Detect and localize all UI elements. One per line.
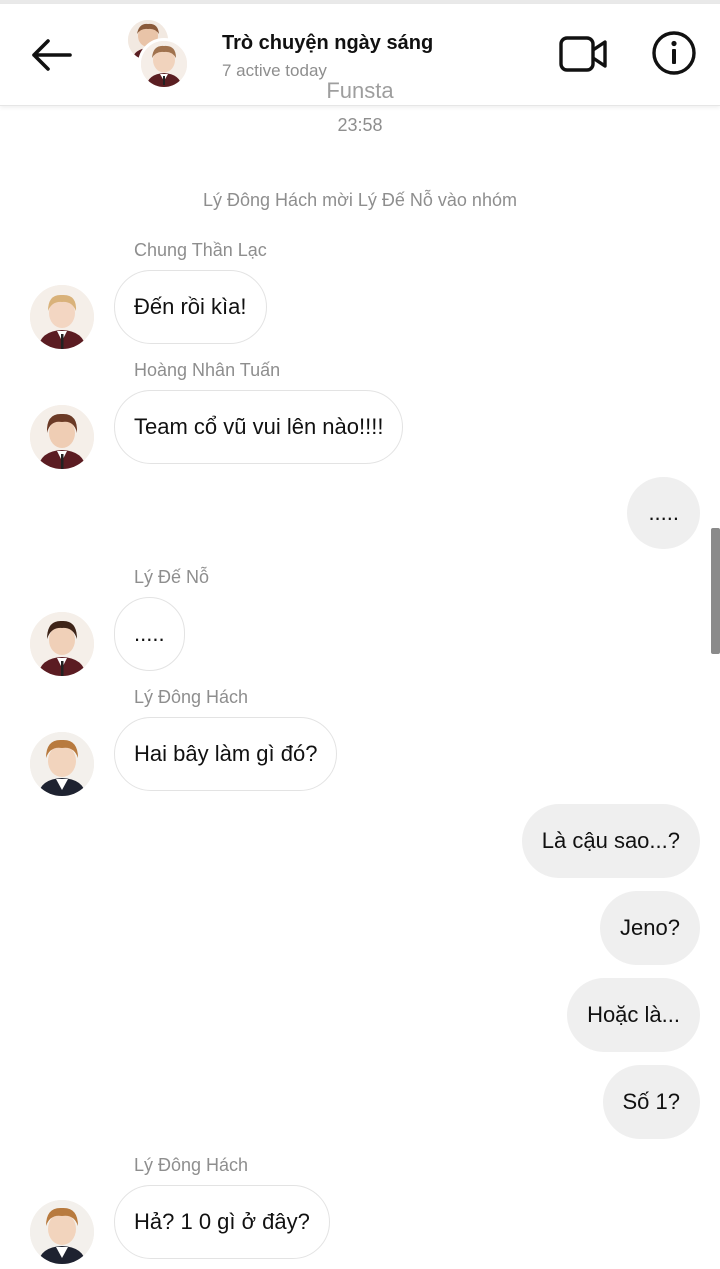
outgoing-message-bubble[interactable]: Hoặc là... <box>567 978 700 1052</box>
outgoing-message-bubble[interactable]: Là cậu sao...? <box>521 804 700 878</box>
scrollbar[interactable] <box>711 528 720 654</box>
outgoing-message-bubble[interactable]: Jeno? <box>600 891 700 965</box>
avatar[interactable] <box>30 285 94 349</box>
message-bubble[interactable]: Đến rồi kìa! <box>114 270 267 344</box>
avatar[interactable] <box>30 732 94 796</box>
arrow-left-icon <box>32 39 72 71</box>
outgoing-message-bubble[interactable]: ..... <box>627 477 700 549</box>
info-button[interactable] <box>650 29 698 77</box>
avatar[interactable] <box>30 1200 94 1264</box>
avatar[interactable] <box>30 405 94 469</box>
message-bubble[interactable]: Hả? 1 0 gì ở đây? <box>114 1185 330 1259</box>
message-bubble[interactable]: Hai bây làm gì đó? <box>114 717 338 791</box>
avatar[interactable] <box>30 612 94 676</box>
sender-name: Lý Đông Hách <box>134 1155 249 1175</box>
message-bubble[interactable]: Team cổ vũ vui lên nào!!!! <box>114 390 404 464</box>
back-button[interactable] <box>26 34 74 76</box>
message-bubble[interactable]: ..... <box>114 597 185 671</box>
sender-name: Chung Thần Lạc <box>134 240 267 260</box>
message-timestamp: 23:58 <box>337 115 383 135</box>
info-circle-icon <box>652 31 696 75</box>
sender-name: Lý Đế Nỗ <box>134 567 210 587</box>
sender-name: Hoàng Nhân Tuấn <box>134 360 281 380</box>
sender-name: Lý Đông Hách <box>134 687 249 707</box>
outgoing-message-bubble[interactable]: Số 1? <box>602 1065 700 1139</box>
chat-title[interactable]: Trò chuyện ngày sáng <box>222 32 433 55</box>
video-call-button[interactable] <box>558 32 610 76</box>
system-message: Lý Đông Hách mời Lý Đế Nỗ vào nhóm <box>203 190 517 210</box>
watermark: Funsta <box>326 78 394 103</box>
video-camera-icon <box>559 36 607 72</box>
